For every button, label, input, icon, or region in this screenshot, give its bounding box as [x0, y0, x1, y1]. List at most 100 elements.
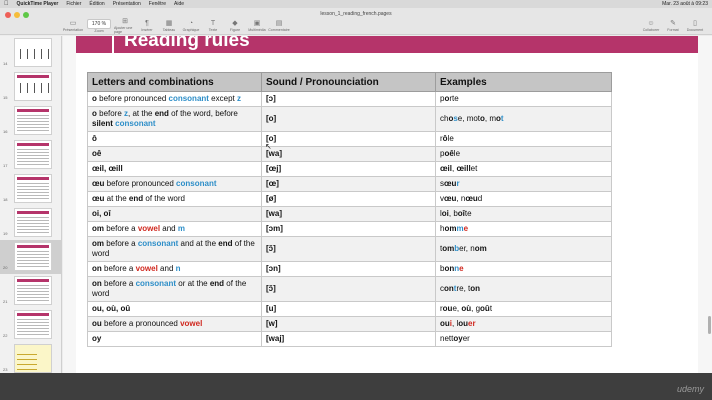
player-background: udemy: [0, 373, 712, 400]
sound-cell[interactable]: [ɔn]: [261, 261, 436, 277]
toolbar-zoom-button[interactable]: 170 % Zoom: [84, 19, 114, 33]
menu-window[interactable]: Fenêtre: [149, 1, 166, 7]
letters-cell[interactable]: ou, où, oû: [87, 301, 262, 317]
sound-cell[interactable]: [wa]: [261, 206, 436, 222]
toolbar-media-button[interactable]: ▣ Multimédia: [246, 20, 268, 32]
sound-cell[interactable]: [o]: [261, 131, 436, 147]
letters-cell[interactable]: om before a vowel and m: [87, 221, 262, 237]
menu-file[interactable]: Fichier: [66, 1, 81, 7]
examples-cell[interactable]: porte: [435, 91, 612, 107]
table-row[interactable]: ô [o] rôle: [87, 131, 612, 147]
table-row[interactable]: oi, oî [wa] loi, boîte: [87, 206, 612, 222]
table-row[interactable]: ou before a pronounced vowel [w] oui, lo…: [87, 316, 612, 332]
table-row[interactable]: œu at the end of the word [ø] vœu, nœud: [87, 191, 612, 207]
menu-help[interactable]: Aide: [174, 1, 184, 7]
letters-cell[interactable]: œil, œill: [87, 161, 262, 177]
section-title[interactable]: Reading rules: [124, 36, 250, 52]
sound-cell[interactable]: [œj]: [261, 161, 436, 177]
letters-cell[interactable]: oy: [87, 331, 262, 347]
letters-cell[interactable]: on before a consonant or at the end of t…: [87, 276, 262, 302]
page-thumbnail[interactable]: 19: [0, 206, 61, 240]
examples-cell[interactable]: loi, boîte: [435, 206, 612, 222]
toolbar-chart-button[interactable]: ◔ Graphique: [180, 20, 202, 32]
vertical-scrollbar[interactable]: [708, 316, 711, 334]
table-row[interactable]: on before a consonant or at the end of t…: [87, 276, 612, 302]
letters-cell[interactable]: o before z, at the end of the word, befo…: [87, 106, 262, 132]
menu-view[interactable]: Présentation: [113, 1, 141, 7]
examples-cell[interactable]: nettoyer: [435, 331, 612, 347]
page-thumbnail-selected[interactable]: 20: [0, 240, 61, 274]
apple-icon[interactable]: : [4, 1, 9, 7]
examples-cell[interactable]: rôle: [435, 131, 612, 147]
page-thumbnail[interactable]: 16: [0, 104, 61, 138]
letters-cell[interactable]: œu before pronounced consonant: [87, 176, 262, 192]
toolbar-comment-button[interactable]: ▤ Commentaire: [268, 20, 290, 32]
sound-cell[interactable]: [ɔ]: [261, 91, 436, 107]
zoom-select[interactable]: 170 %: [86, 19, 112, 29]
sound-cell[interactable]: [o]: [261, 106, 436, 132]
examples-cell[interactable]: contre, ton: [435, 276, 612, 302]
toolbar-text-button[interactable]: T Texte: [202, 20, 224, 32]
sound-cell[interactable]: [ø]: [261, 191, 436, 207]
document-canvas[interactable]: Reading rules Letters and combinations S…: [63, 36, 712, 373]
examples-cell[interactable]: oui, louer: [435, 316, 612, 332]
letters-cell[interactable]: ou before a pronounced vowel: [87, 316, 262, 332]
table-row[interactable]: oê [wa] poêle: [87, 146, 612, 162]
sound-cell[interactable]: [ɔ̃]: [261, 276, 436, 302]
examples-cell[interactable]: roue, où, goût: [435, 301, 612, 317]
toolbar-view-button[interactable]: ▭ Présentation: [62, 20, 84, 32]
examples-cell[interactable]: poêle: [435, 146, 612, 162]
examples-cell[interactable]: tomber, nom: [435, 236, 612, 262]
table-row[interactable]: ou, où, oû [u] roue, où, goût: [87, 301, 612, 317]
toolbar-add-page-button[interactable]: ⊞ Ajouter une page: [114, 18, 136, 34]
page-thumbnail[interactable]: 23: [0, 342, 61, 373]
page-thumbnail[interactable]: 18: [0, 172, 61, 206]
letters-cell[interactable]: oê: [87, 146, 262, 162]
page-thumbnail[interactable]: 17: [0, 138, 61, 172]
table-row[interactable]: om before a consonant and at the end of …: [87, 236, 612, 262]
page-thumbnail[interactable]: 22: [0, 308, 61, 342]
udemy-watermark: udemy: [676, 384, 704, 394]
toolbar-collaborate-button[interactable]: ☺ Collaborer: [640, 20, 662, 32]
sound-cell[interactable]: [waj]: [261, 331, 436, 347]
sound-cell[interactable]: [w]: [261, 316, 436, 332]
toolbar-format-button[interactable]: ✎ Format: [662, 20, 684, 32]
table-row[interactable]: o before z, at the end of the word, befo…: [87, 106, 612, 132]
examples-cell[interactable]: bonne: [435, 261, 612, 277]
examples-cell[interactable]: chose, moto, mot: [435, 106, 612, 132]
examples-cell[interactable]: vœu, nœud: [435, 191, 612, 207]
page-thumbnail[interactable]: 15: [0, 70, 61, 104]
table-row[interactable]: œu before pronounced consonant [œ] sœur: [87, 176, 612, 192]
table-row[interactable]: o before pronounced consonant except z […: [87, 91, 612, 107]
examples-cell[interactable]: œil, œillet: [435, 161, 612, 177]
sound-cell[interactable]: [ɔ̃]: [261, 236, 436, 262]
letters-cell[interactable]: ô: [87, 131, 262, 147]
table-row[interactable]: on before a vowel and n [ɔn] bonne: [87, 261, 612, 277]
document-page[interactable]: Reading rules Letters and combinations S…: [76, 36, 698, 373]
sound-cell[interactable]: [u]: [261, 301, 436, 317]
menu-edit[interactable]: Édition: [89, 1, 104, 7]
letters-cell[interactable]: o before pronounced consonant except z: [87, 91, 262, 107]
toolbar-insert-button[interactable]: ¶ Insérer: [136, 20, 158, 32]
reading-rules-table[interactable]: Letters and combinations Sound / Pronoun…: [87, 72, 612, 347]
menu-app-name[interactable]: QuickTime Player: [17, 1, 59, 7]
page-thumbnail[interactable]: 14: [0, 36, 61, 70]
table-row[interactable]: oy [waj] nettoyer: [87, 331, 612, 347]
letters-cell[interactable]: on before a vowel and n: [87, 261, 262, 277]
page-thumbnail[interactable]: 21: [0, 274, 61, 308]
sound-cell[interactable]: [wa]: [261, 146, 436, 162]
page-thumbnails-sidebar[interactable]: 14 15 16 17 18 19 20 21 22 23: [0, 36, 62, 373]
table-row[interactable]: œil, œill [œj] œil, œillet: [87, 161, 612, 177]
letters-cell[interactable]: œu at the end of the word: [87, 191, 262, 207]
toolbar-document-button[interactable]: ▯ Document: [684, 20, 706, 32]
toolbar-shape-button[interactable]: ◆ Figure: [224, 20, 246, 32]
letters-cell[interactable]: oi, oî: [87, 206, 262, 222]
sound-cell[interactable]: [ɔm]: [261, 221, 436, 237]
clock[interactable]: Mar. 23 août à 09:23: [662, 1, 708, 7]
examples-cell[interactable]: homme: [435, 221, 612, 237]
sound-cell[interactable]: [œ]: [261, 176, 436, 192]
examples-cell[interactable]: sœur: [435, 176, 612, 192]
letters-cell[interactable]: om before a consonant and at the end of …: [87, 236, 262, 262]
table-row[interactable]: om before a vowel and m [ɔm] homme: [87, 221, 612, 237]
toolbar-table-button[interactable]: ▦ Tableau: [158, 20, 180, 32]
